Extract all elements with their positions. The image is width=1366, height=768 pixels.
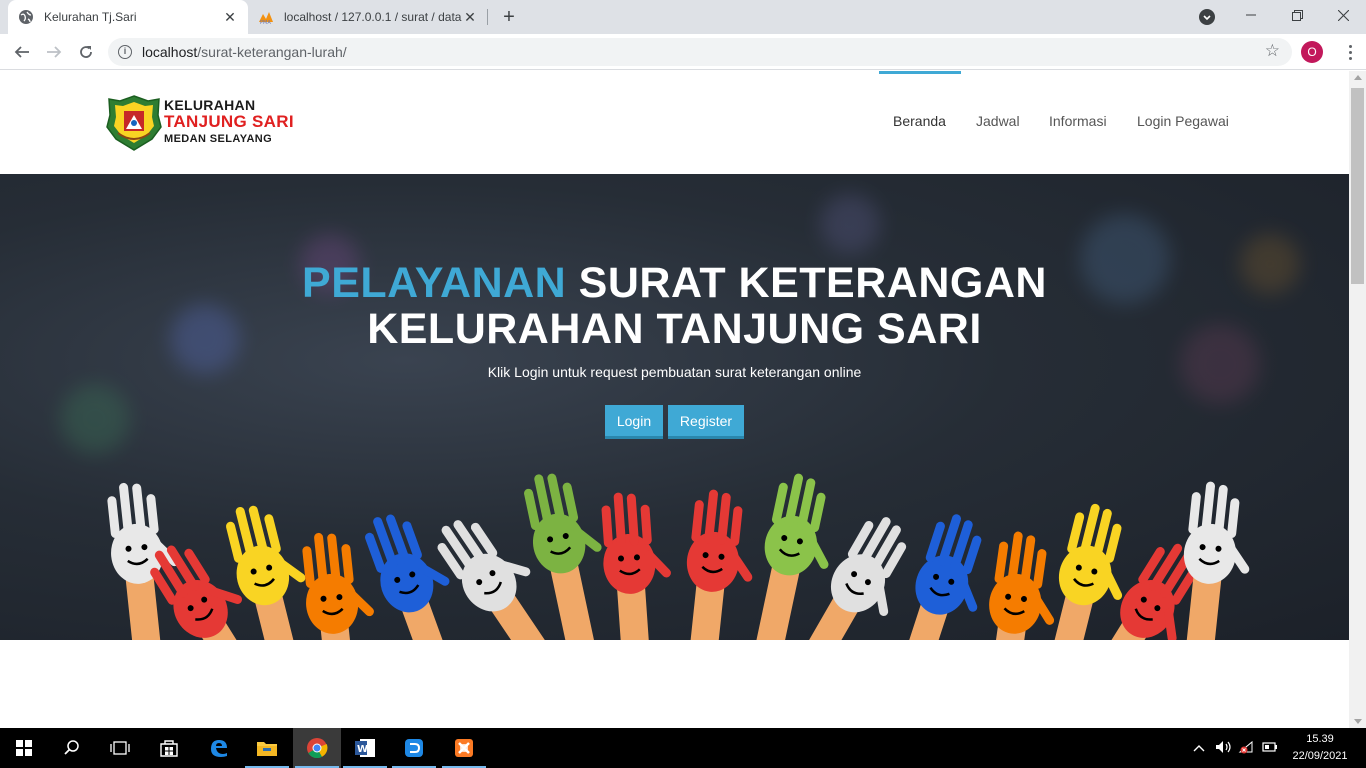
xampp-icon[interactable] (440, 728, 488, 768)
minimize-button[interactable] (1228, 0, 1274, 30)
browser-tab-strip: Kelurahan Tj.Sari ✕ PMA localhost / 127.… (0, 0, 1366, 34)
painted-hands-image (102, 463, 1262, 640)
browser-menu-icon[interactable] (1340, 40, 1360, 64)
arrow-right-icon (47, 46, 62, 58)
kelurahan-emblem-icon (106, 95, 162, 151)
page-viewport: KELURAHAN TANJUNG SARI MEDAN SELAYANG Be… (0, 71, 1366, 728)
taskbar-clock[interactable]: 15.39 22/09/2021 (1288, 731, 1352, 765)
tab-title: localhost / 127.0.0.1 / surat / data (284, 10, 462, 24)
svg-text:W: W (357, 744, 368, 755)
network-disconnected-icon[interactable] (1236, 740, 1258, 757)
volume-icon[interactable] (1212, 740, 1236, 757)
reload-button[interactable] (74, 40, 98, 64)
nav-item-login-pegawai[interactable]: Login Pegawai (1137, 113, 1229, 129)
site-header: KELURAHAN TANJUNG SARI MEDAN SELAYANG Be… (0, 71, 1349, 174)
nav-item-beranda[interactable]: Beranda (893, 113, 946, 129)
url-host: localhost (142, 44, 198, 60)
tab-separator (487, 9, 488, 25)
chrome-icon[interactable] (293, 728, 341, 768)
tab-kelurahan[interactable]: Kelurahan Tj.Sari ✕ (8, 0, 248, 34)
forward-button[interactable] (42, 40, 66, 64)
browser-toolbar: i localhost/surat-keterangan-lurah/ ☆ O (0, 34, 1366, 70)
file-explorer-icon[interactable] (243, 728, 291, 768)
tab-phpmyadmin[interactable]: PMA localhost / 127.0.0.1 / surat / data… (248, 0, 488, 34)
logo-line-1: KELURAHAN (164, 97, 256, 113)
clock-time: 15.39 (1306, 733, 1334, 745)
page-scrollbar[interactable] (1349, 71, 1366, 728)
info-icon[interactable]: i (118, 45, 132, 59)
url-path: /surat-keterangan-lurah/ (197, 44, 347, 60)
site-logo[interactable]: KELURAHAN TANJUNG SARI MEDAN SELAYANG (104, 93, 314, 155)
close-window-button[interactable] (1320, 0, 1366, 30)
reload-icon (80, 46, 92, 58)
arrow-left-icon (14, 46, 29, 58)
nav-active-indicator (879, 71, 961, 74)
scroll-down-arrow-icon[interactable] (1354, 719, 1362, 724)
hero-section: PELAYANAN SURAT KETERANGAN KELURAHAN TAN… (0, 174, 1349, 640)
restore-icon (1291, 9, 1303, 21)
battery-icon[interactable] (1258, 741, 1282, 755)
phpmyadmin-icon: PMA (259, 12, 273, 25)
nav-item-jadwal[interactable]: Jadwal (976, 113, 1020, 129)
windows-taskbar: W 15.39 22/09/2021 (0, 728, 1366, 768)
task-view-icon[interactable] (96, 728, 144, 768)
tab-title: Kelurahan Tj.Sari (44, 10, 137, 24)
downloads-indicator-icon[interactable] (1199, 9, 1215, 25)
windows-start-icon[interactable] (0, 728, 48, 768)
back-button[interactable] (10, 40, 34, 64)
logo-line-2: TANJUNG SARI (164, 112, 294, 131)
search-icon[interactable] (48, 728, 96, 768)
system-tray (1190, 728, 1282, 768)
restore-button[interactable] (1274, 0, 1320, 30)
bookmark-star-icon[interactable]: ☆ (1265, 41, 1280, 61)
edge-icon[interactable] (195, 728, 243, 768)
profile-avatar[interactable]: O (1301, 41, 1323, 63)
minimize-icon (1246, 14, 1256, 16)
close-tab-icon[interactable]: ✕ (222, 9, 238, 25)
nav-item-informasi[interactable]: Informasi (1049, 113, 1107, 129)
store-icon[interactable] (145, 728, 193, 768)
address-bar[interactable]: i localhost/surat-keterangan-lurah/ ☆ (108, 38, 1292, 66)
close-tab-icon[interactable]: ✕ (462, 9, 478, 25)
chevron-up-icon[interactable] (1190, 741, 1208, 755)
scroll-up-arrow-icon[interactable] (1354, 75, 1362, 80)
svg-text:PMA: PMA (260, 20, 271, 25)
scrollbar-thumb[interactable] (1351, 88, 1364, 284)
clock-date: 22/09/2021 (1292, 750, 1348, 762)
pdf-editor-icon[interactable] (390, 728, 438, 768)
word-icon[interactable]: W (341, 728, 389, 768)
logo-line-3: MEDAN SELAYANG (164, 133, 273, 145)
url-text: localhost/surat-keterangan-lurah/ (142, 44, 347, 60)
globe-icon (19, 10, 33, 24)
new-tab-button[interactable]: + (498, 6, 520, 28)
close-icon (1337, 9, 1349, 21)
